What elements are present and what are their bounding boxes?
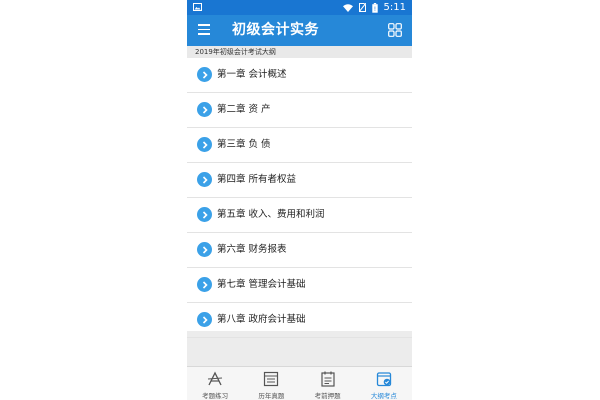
- chapter-label: 第四章 所有者权益: [217, 174, 297, 185]
- chevron-right-icon: [197, 242, 212, 257]
- chevron-right-icon: [197, 137, 212, 152]
- chapter-item-8[interactable]: 第八章 政府会计基础: [187, 303, 412, 338]
- chapter-label: 第八章 政府会计基础: [217, 314, 306, 325]
- menu-icon[interactable]: [198, 24, 210, 36]
- no-sim-icon: [358, 3, 366, 12]
- status-bar: ! 5:11: [187, 0, 412, 15]
- chapter-item-3[interactable]: 第三章 负 债: [187, 128, 412, 163]
- chapter-label: 第五章 收入、费用和利润: [217, 209, 325, 220]
- syllabus-icon: [376, 372, 392, 387]
- tab-past-papers[interactable]: 历年真题: [243, 367, 299, 400]
- phone-screen: ! 5:11 初级会计实务 2019年初级会计考试大纲 第一章 会计概述 第二章…: [187, 0, 412, 400]
- bottom-tab-bar: 考题练习 历年真题 考前押题 大纲考点: [187, 366, 412, 400]
- tab-label: 大纲考点: [370, 392, 397, 400]
- chapter-item-7[interactable]: 第七章 管理会计基础: [187, 268, 412, 303]
- chapter-label: 第三章 负 债: [217, 139, 271, 150]
- page-title: 初级会计实务: [232, 22, 319, 38]
- tab-label: 考前押题: [314, 392, 341, 400]
- tab-practice[interactable]: 考题练习: [187, 367, 243, 400]
- chevron-right-icon: [197, 312, 212, 327]
- image-notification-icon: [193, 3, 202, 11]
- chapter-item-6[interactable]: 第六章 财务报表: [187, 233, 412, 268]
- section-header-text: 2019年初级会计考试大纲: [195, 48, 276, 56]
- chevron-right-icon: [197, 67, 212, 82]
- chevron-right-icon: [197, 102, 212, 117]
- past-papers-icon: [264, 371, 279, 387]
- chapter-list: 第一章 会计概述 第二章 资 产 第三章 负 债 第四章 所有者权益 第五章 收…: [187, 58, 412, 338]
- tab-syllabus[interactable]: 大纲考点: [356, 367, 412, 400]
- chapter-item-5[interactable]: 第五章 收入、费用和利润: [187, 198, 412, 233]
- chevron-right-icon: [197, 207, 212, 222]
- chapter-item-1[interactable]: 第一章 会计概述: [187, 58, 412, 93]
- tab-mock-exam[interactable]: 考前押题: [300, 367, 356, 400]
- chapter-label: 第七章 管理会计基础: [217, 279, 306, 290]
- clock: 5:11: [383, 2, 406, 13]
- chapter-label: 第六章 财务报表: [217, 244, 287, 255]
- mock-exam-icon: [321, 371, 335, 387]
- chevron-right-icon: [197, 172, 212, 187]
- chapter-item-2[interactable]: 第二章 资 产: [187, 93, 412, 128]
- wifi-icon: [342, 3, 353, 12]
- status-icons: ! 5:11: [342, 0, 406, 15]
- chapter-label: 第二章 资 产: [217, 104, 271, 115]
- chapter-item-4[interactable]: 第四章 所有者权益: [187, 163, 412, 198]
- app-toolbar: 初级会计实务: [187, 15, 412, 46]
- tab-label: 考题练习: [202, 392, 229, 400]
- section-header: 2019年初级会计考试大纲: [187, 46, 412, 58]
- tab-label: 历年真题: [258, 392, 285, 400]
- battery-icon: !: [371, 2, 378, 13]
- chevron-right-icon: [197, 277, 212, 292]
- svg-text:!: !: [373, 6, 375, 13]
- practice-icon: [208, 371, 223, 386]
- grid-icon[interactable]: [388, 23, 402, 37]
- chapter-label: 第一章 会计概述: [217, 69, 287, 80]
